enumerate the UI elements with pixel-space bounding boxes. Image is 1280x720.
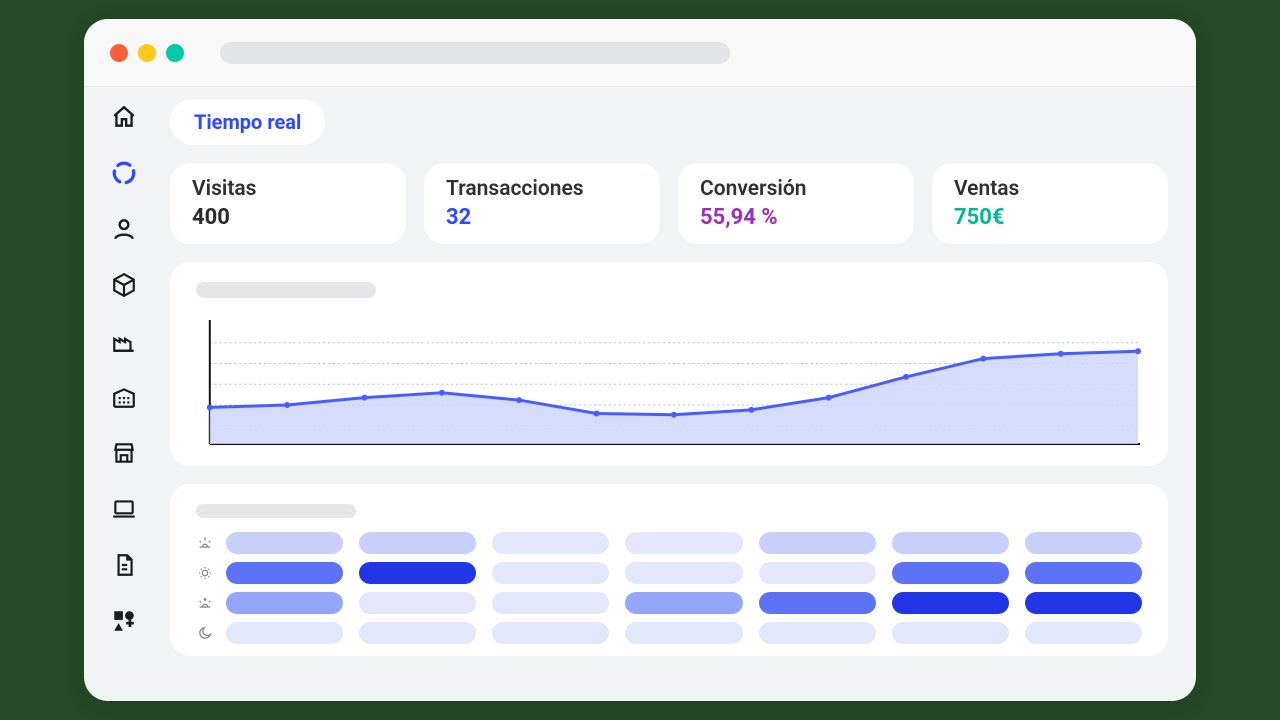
heatmap-cell[interactable] <box>892 592 1009 614</box>
heatmap-cell[interactable] <box>625 532 742 554</box>
factory-icon[interactable] <box>108 325 140 357</box>
metric-label: Transacciones <box>446 177 638 201</box>
laptop-icon[interactable] <box>108 493 140 525</box>
stats-icon[interactable] <box>108 157 140 189</box>
heatmap-cell[interactable] <box>1025 562 1142 584</box>
metric-label: Ventas <box>954 177 1146 201</box>
window-zoom-dot[interactable] <box>166 44 184 62</box>
realtime-pill-label: Tiempo real <box>194 110 301 134</box>
heatmap-cell[interactable] <box>892 622 1009 644</box>
metric-value: 400 <box>192 205 384 230</box>
user-icon[interactable] <box>108 213 140 245</box>
heatmap-cell[interactable] <box>492 532 609 554</box>
main-content: Tiempo real Visitas 400 Transacciones 32… <box>164 87 1196 701</box>
metric-label: Visitas <box>192 177 384 201</box>
heatmap-cell[interactable] <box>625 592 742 614</box>
heatmap-cell[interactable] <box>759 562 876 584</box>
document-icon[interactable] <box>108 549 140 581</box>
heatmap-cell[interactable] <box>1025 532 1142 554</box>
heatmap-cell[interactable] <box>359 622 476 644</box>
sunrise-icon <box>196 534 214 552</box>
area-chart <box>196 316 1142 450</box>
heatmap-cell[interactable] <box>359 532 476 554</box>
heatmap-cell[interactable] <box>625 562 742 584</box>
heatmap-cell[interactable] <box>1025 592 1142 614</box>
heatmap-cell[interactable] <box>359 562 476 584</box>
area-chart-svg <box>196 316 1142 450</box>
heatmap-cell[interactable] <box>226 532 343 554</box>
heatmap-cell[interactable] <box>625 622 742 644</box>
metrics-row: Visitas 400 Transacciones 32 Conversión … <box>170 163 1168 244</box>
heatmap-row <box>196 622 1142 644</box>
heatmap-cell[interactable] <box>1025 622 1142 644</box>
sunset-icon <box>196 594 214 612</box>
heatmap-cell[interactable] <box>892 562 1009 584</box>
heatmap-cell[interactable] <box>226 592 343 614</box>
metric-transactions[interactable]: Transacciones 32 <box>424 163 660 244</box>
address-bar[interactable] <box>220 42 730 64</box>
heatmap-row <box>196 532 1142 554</box>
heatmap-cell[interactable] <box>492 622 609 644</box>
heatmap-grid <box>196 532 1142 644</box>
metric-value: 32 <box>446 205 638 230</box>
heatmap-cell[interactable] <box>759 532 876 554</box>
heatmap-cell[interactable] <box>226 562 343 584</box>
heatmap-cell[interactable] <box>759 592 876 614</box>
heatmap-title-placeholder <box>196 504 356 518</box>
window-close-dot[interactable] <box>110 44 128 62</box>
metric-conversion[interactable]: Conversión 55,94 % <box>678 163 914 244</box>
window-minimize-dot[interactable] <box>138 44 156 62</box>
chart-title-placeholder <box>196 282 376 298</box>
chart-card <box>170 262 1168 466</box>
heatmap-cell[interactable] <box>759 622 876 644</box>
heatmap-row <box>196 562 1142 584</box>
sidebar <box>84 87 164 701</box>
app-window: Tiempo real Visitas 400 Transacciones 32… <box>84 19 1196 701</box>
day-icon <box>196 564 214 582</box>
realtime-pill[interactable]: Tiempo real <box>170 99 325 145</box>
heatmap-cell[interactable] <box>492 562 609 584</box>
heatmap-cell[interactable] <box>892 532 1009 554</box>
building-icon[interactable] <box>108 381 140 413</box>
home-icon[interactable] <box>108 101 140 133</box>
package-icon[interactable] <box>108 269 140 301</box>
titlebar <box>84 19 1196 87</box>
metric-value: 750€ <box>954 205 1146 230</box>
night-icon <box>196 624 214 642</box>
heatmap-cell[interactable] <box>359 592 476 614</box>
heatmap-cell[interactable] <box>492 592 609 614</box>
metric-label: Conversión <box>700 177 892 201</box>
heatmap-row <box>196 592 1142 614</box>
metric-value: 55,94 % <box>700 205 892 230</box>
shapes-icon[interactable] <box>108 605 140 637</box>
heatmap-card <box>170 484 1168 656</box>
store-icon[interactable] <box>108 437 140 469</box>
metric-sales[interactable]: Ventas 750€ <box>932 163 1168 244</box>
heatmap-cell[interactable] <box>226 622 343 644</box>
metric-visits[interactable]: Visitas 400 <box>170 163 406 244</box>
